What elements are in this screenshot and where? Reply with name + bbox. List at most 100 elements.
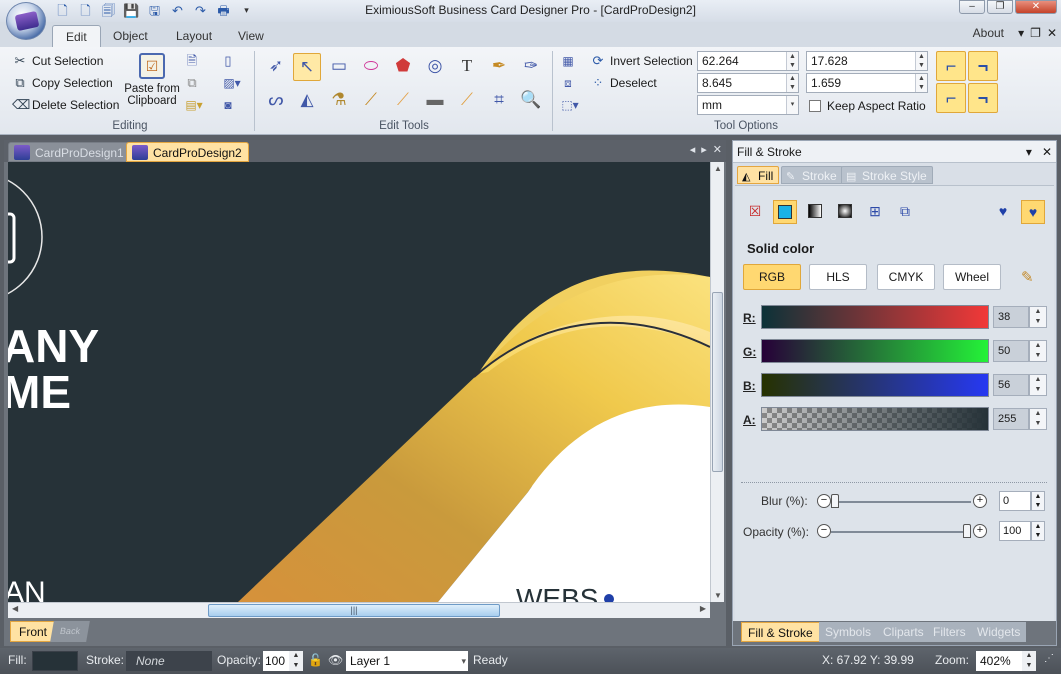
status-stroke-value[interactable]: None (126, 651, 212, 671)
blur-decrease-icon[interactable]: − (817, 494, 831, 508)
cut-selection-button[interactable]: ✂ Cut Selection (12, 51, 104, 71)
company-name-line2[interactable]: ME (8, 366, 71, 418)
align-bottom-left-icon[interactable]: ⌐ (936, 83, 966, 113)
red-channel-spin[interactable]: ▲ ▼ (1029, 306, 1047, 328)
crop-tool-icon[interactable]: ⌗ (485, 87, 513, 115)
visibility-eye-icon[interactable]: 👁 (328, 653, 343, 667)
blue-channel-spin[interactable]: ▲ ▼ (1029, 374, 1047, 396)
color-picker-icon[interactable]: ✎ (1021, 268, 1034, 286)
close-button[interactable]: ✕ (1015, 0, 1057, 14)
app-logo[interactable] (6, 2, 46, 40)
no-fill-icon[interactable]: ☒ (743, 200, 767, 224)
zoom-spin[interactable]: ▲ ▼ (1022, 651, 1036, 671)
duplicate-icon[interactable]: ⧉ (182, 73, 202, 93)
status-opacity-value[interactable]: 100 (263, 651, 289, 671)
fill-rule-evenodd-icon[interactable]: ♥ (991, 200, 1015, 224)
layer-select[interactable]: Layer 1 ▾ (346, 651, 468, 671)
bottom-tab-symbols[interactable]: Symbols (819, 622, 878, 642)
gradient-tool-icon[interactable]: ▬ (421, 87, 449, 115)
alpha-channel-spin[interactable]: ▲ ▼ (1029, 408, 1047, 430)
close-document-icon[interactable]: ✕ (713, 143, 722, 156)
scroll-tabs-right-icon[interactable]: ▸ (701, 143, 707, 156)
rectangle-tool-icon[interactable]: ▭ (325, 53, 353, 81)
tab-stroke[interactable]: ✎ Stroke (781, 166, 843, 184)
alpha-channel-slider[interactable] (761, 407, 989, 431)
bottom-tab-filters[interactable]: Filters (927, 622, 972, 642)
scroll-up-icon[interactable]: ▲ (714, 164, 722, 173)
selection-mode-icon[interactable]: ⬚▾ (558, 95, 582, 115)
new-document-icon[interactable]: 🗎 (182, 51, 202, 71)
blue-channel-slider[interactable] (761, 373, 989, 397)
tab-edit[interactable]: Edit (52, 25, 101, 47)
opacity-decrease-icon[interactable]: − (817, 524, 831, 538)
spray-tool-icon[interactable]: ⚗ (325, 87, 353, 115)
vertical-scroll-thumb[interactable] (712, 292, 723, 472)
linear-gradient-icon[interactable] (803, 200, 827, 224)
website-text[interactable]: WEBS (516, 583, 598, 602)
company-name-line1[interactable]: ANY (8, 320, 99, 372)
vertical-scrollbar[interactable]: ▲ ▼ (710, 162, 724, 602)
y-spin[interactable]: ▲ ▼ (786, 74, 798, 92)
invert-selection-button[interactable]: ⟳ Invert Selection (590, 51, 693, 71)
spiral-tool-icon[interactable]: ◎ (421, 53, 449, 81)
page-tab-front[interactable]: Front (10, 621, 57, 642)
fill-rule-nonzero-icon[interactable]: ♥ (1021, 200, 1045, 224)
dropper-tool-icon[interactable]: ⟋ (357, 87, 385, 115)
page-tab-back[interactable]: Back (50, 621, 90, 642)
node-edit-tool-icon[interactable]: ↖ (293, 53, 321, 81)
status-opacity-spin[interactable]: ▲ ▼ (289, 651, 303, 671)
business-card-artwork[interactable]: ANY ME AN WEBS (8, 162, 710, 602)
width-field[interactable]: 17.628 ▲ ▼ (806, 51, 928, 71)
page-icon[interactable]: ▯ (218, 51, 238, 71)
document-tab-design1[interactable]: CardProDesign1 (8, 142, 131, 162)
mode-cmyk-button[interactable]: CMYK (877, 264, 935, 290)
pattern-fill-icon[interactable]: ⊞ (863, 200, 887, 224)
mdi-minimize-button[interactable]: ▾ (1018, 26, 1024, 40)
green-channel-slider[interactable] (761, 339, 989, 363)
bottom-tab-cliparts[interactable]: Cliparts (877, 622, 930, 642)
opacity-slider[interactable] (831, 531, 971, 533)
panel-close-icon[interactable]: ✕ (1042, 145, 1052, 159)
swatch-fill-icon[interactable]: ⧉ (893, 200, 917, 224)
blur-increase-icon[interactable]: + (973, 494, 987, 508)
height-spin[interactable]: ▲ ▼ (915, 74, 927, 92)
delete-selection-button[interactable]: ⌫ Delete Selection (12, 95, 119, 115)
contact-name-text[interactable]: AN (8, 576, 46, 602)
panel-menu-icon[interactable]: ▾ (1026, 145, 1032, 159)
layers-icon[interactable]: ⧈ (558, 73, 578, 93)
document-tab-design2[interactable]: CardProDesign2 (126, 142, 249, 162)
ellipse-tool-icon[interactable]: ⬭ (357, 53, 385, 81)
blur-spin[interactable]: ▲ ▼ (1031, 491, 1045, 511)
lock-icon[interactable]: 🔓 (308, 653, 323, 667)
about-link[interactable]: About (973, 26, 1004, 40)
solid-fill-icon[interactable] (773, 200, 797, 224)
eraser-tool-icon[interactable]: ⟋ (389, 87, 417, 115)
paste-from-clipboard-button[interactable]: ☑ Paste from Clipboard (124, 53, 180, 111)
grid-dropdown-icon[interactable]: ▨▾ (218, 73, 246, 93)
zoom-value[interactable]: 402% (976, 651, 1022, 671)
bezier-tool-icon[interactable]: ᔕ (262, 87, 290, 115)
bottom-tab-fill-stroke[interactable]: Fill & Stroke (741, 622, 820, 642)
measure-tool-icon[interactable]: ⟋ (453, 87, 481, 115)
align-bottom-right-icon[interactable]: ¬ (968, 83, 998, 113)
align-top-right-icon[interactable]: ¬ (968, 51, 998, 81)
radial-gradient-icon[interactable] (833, 200, 857, 224)
mode-rgb-button[interactable]: RGB (743, 264, 801, 290)
blur-value[interactable]: 0 (999, 491, 1031, 511)
fill-bucket-tool-icon[interactable]: ◭ (293, 87, 321, 115)
text-tool-icon[interactable]: T (453, 53, 481, 81)
tab-layout[interactable]: Layout (163, 25, 225, 47)
design-canvas[interactable]: ANY ME AN WEBS (8, 162, 710, 602)
green-channel-spin[interactable]: ▲ ▼ (1029, 340, 1047, 362)
mdi-close-button[interactable]: ✕ (1047, 26, 1057, 40)
scroll-left-icon[interactable]: ◀ (12, 604, 18, 613)
maximize-button[interactable]: ❐ (987, 0, 1013, 14)
x-position-field[interactable]: 62.264 ▲ ▼ (697, 51, 799, 71)
mode-hls-button[interactable]: HLS (809, 264, 867, 290)
green-channel-value[interactable]: 50 (993, 340, 1029, 362)
y-position-field[interactable]: 8.645 ▲ ▼ (697, 73, 799, 93)
align-top-left-icon[interactable]: ⌐ (936, 51, 966, 81)
star-tool-icon[interactable]: ⬟ (389, 53, 417, 81)
mdi-restore-button[interactable]: ❐ (1030, 26, 1041, 40)
tab-fill[interactable]: ◭ Fill (737, 166, 780, 184)
